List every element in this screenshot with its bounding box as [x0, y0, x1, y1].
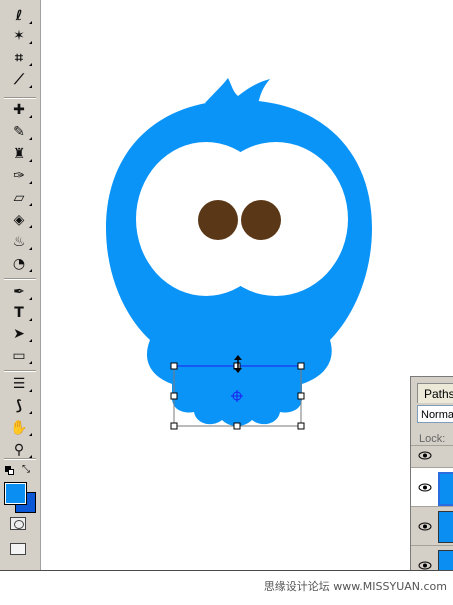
pen-tool[interactable]: ✒ [6, 282, 32, 302]
clone-stamp-icon: ♜ [12, 146, 26, 162]
handle-bottom-mid[interactable] [233, 422, 241, 430]
blend-mode-select[interactable]: Normal [417, 405, 453, 423]
paths-panel: Paths Normal Lock: [410, 376, 453, 572]
toolbox-separator [4, 278, 36, 279]
handle-bottom-left[interactable] [170, 422, 178, 430]
path-selection-icon: ➤ [13, 326, 25, 342]
crop-tool[interactable]: ⌗ [6, 48, 32, 68]
layer-thumbnail [438, 550, 453, 571]
layer-thumbnail [438, 472, 453, 506]
brush-tool[interactable]: ✎ [6, 122, 32, 142]
lasso-icon: ℓ [15, 8, 23, 24]
canvas-artwork[interactable] [0, 0, 453, 604]
lock-label: Lock: [419, 433, 446, 445]
eraser-icon: ▱ [13, 190, 25, 206]
quick-mask-icon[interactable] [10, 517, 26, 530]
default-colors-icon[interactable] [5, 466, 15, 476]
swap-colors-icon[interactable]: ⤡ [22, 464, 30, 475]
notes-tool[interactable]: ☰ [6, 374, 32, 394]
clone-stamp-tool[interactable]: ♜ [6, 144, 32, 164]
toolbox-separator [4, 97, 36, 98]
toolbox-separator [4, 370, 36, 371]
slice-icon: ⟋ [14, 72, 24, 88]
left-pupil [198, 200, 238, 240]
brush-icon: ✎ [13, 124, 25, 140]
blur-icon: ♨ [12, 234, 26, 250]
blur-tool[interactable]: ♨ [6, 232, 32, 252]
visibility-eye-icon[interactable] [415, 480, 435, 494]
layer-row[interactable] [411, 506, 453, 545]
handle-mid-right[interactable] [297, 392, 305, 400]
rectangle-tool[interactable]: ▭ [6, 346, 32, 366]
notes-icon: ☰ [12, 376, 26, 392]
pen-icon: ✒ [13, 284, 25, 300]
visibility-eye-icon[interactable] [415, 448, 435, 462]
visibility-eye-icon[interactable] [415, 519, 435, 533]
layer-row[interactable] [411, 545, 453, 571]
lasso-tool[interactable]: ℓ [6, 6, 32, 26]
eyedropper-icon: ⟆ [15, 398, 23, 414]
layer-row[interactable] [411, 445, 453, 468]
handle-top-left[interactable] [170, 362, 178, 370]
layer-thumbnail [438, 511, 453, 543]
zoom-tool[interactable]: ⚲ [6, 440, 32, 460]
dodge-icon: ◔ [12, 256, 26, 272]
right-pupil [241, 200, 281, 240]
path-selection-tool[interactable]: ➤ [6, 324, 32, 344]
eraser-tool[interactable]: ▱ [6, 188, 32, 208]
healing-brush-icon: ✚ [13, 102, 25, 118]
hand-icon: ✋ [10, 420, 28, 436]
watermark-text: 思缘设计论坛 www.MISSYUAN.com [263, 580, 447, 593]
magic-wand-icon: ✶ [13, 28, 25, 44]
hand-tool[interactable]: ✋ [6, 418, 32, 438]
layer-row[interactable] [411, 467, 453, 506]
handle-top-right[interactable] [297, 362, 305, 370]
dodge-tool[interactable]: ◔ [6, 254, 32, 274]
tab-paths[interactable]: Paths [417, 383, 453, 403]
screen-mode-icon[interactable] [10, 543, 26, 555]
handle-mid-left[interactable] [170, 392, 178, 400]
slice-tool[interactable]: ⟋ [6, 70, 32, 90]
type-tool[interactable]: T [6, 303, 32, 323]
magic-wand-tool[interactable]: ✶ [6, 26, 32, 46]
eyedropper-tool[interactable]: ⟆ [6, 396, 32, 416]
crop-icon: ⌗ [15, 50, 23, 66]
foreground-color-swatch[interactable] [4, 482, 27, 505]
handle-bottom-right[interactable] [297, 422, 305, 430]
history-brush-icon: ✑ [13, 168, 25, 184]
paint-bucket-icon: ◈ [13, 212, 25, 228]
healing-brush-tool[interactable]: ✚ [6, 100, 32, 120]
type-icon: T [14, 305, 24, 321]
rectangle-icon: ▭ [12, 348, 26, 364]
paint-bucket-tool[interactable]: ◈ [6, 210, 32, 230]
zoom-icon: ⚲ [13, 442, 25, 458]
history-brush-tool[interactable]: ✑ [6, 166, 32, 186]
